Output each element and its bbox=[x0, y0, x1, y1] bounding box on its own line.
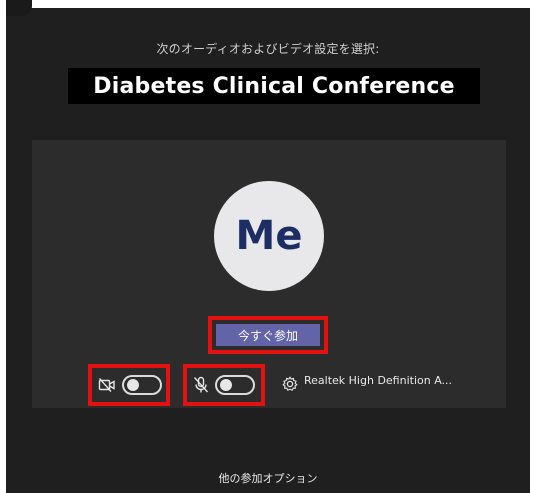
meeting-title: Diabetes Clinical Conference bbox=[68, 68, 480, 104]
mic-off-icon bbox=[193, 376, 209, 393]
more-join-options-link[interactable]: 他の参加オプション bbox=[0, 470, 536, 486]
app-logo-fragment bbox=[6, 0, 32, 16]
settings-subtitle: 次のオーディオおよびビデオ設定を選択: bbox=[156, 42, 380, 56]
gear-icon[interactable] bbox=[282, 376, 298, 392]
join-now-button[interactable]: 今すぐ参加 bbox=[216, 324, 320, 346]
audio-device-label[interactable]: Realtek High Definition A... bbox=[304, 374, 452, 387]
avatar: Me bbox=[214, 181, 324, 291]
mic-toggle[interactable] bbox=[215, 375, 255, 395]
camera-off-icon bbox=[98, 378, 115, 392]
mic-toggle-knob bbox=[220, 379, 232, 391]
camera-toggle-knob bbox=[127, 379, 139, 391]
camera-toggle[interactable] bbox=[122, 375, 162, 395]
